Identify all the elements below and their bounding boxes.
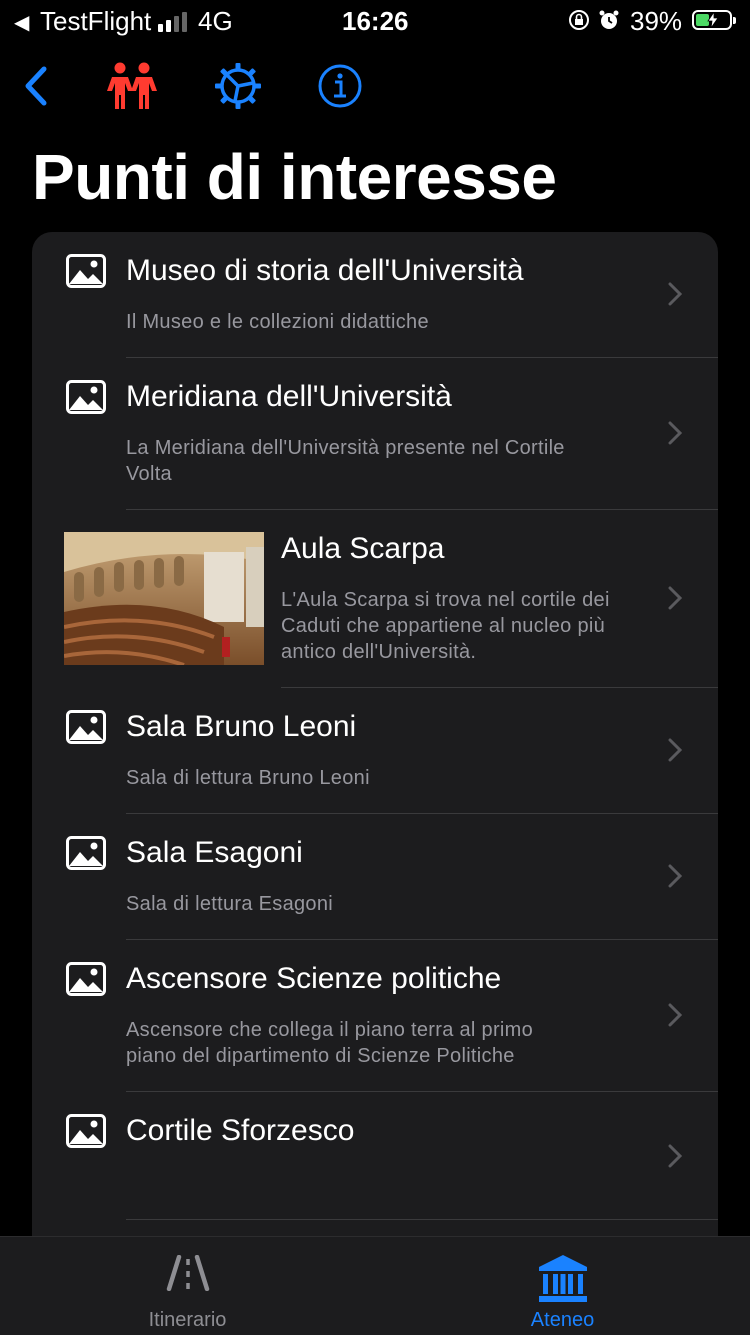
chevron-right-icon bbox=[668, 1144, 682, 1168]
status-bar: ◀ TestFlight 4G 16:26 39% bbox=[0, 0, 750, 44]
item-title: Sala Esagoni bbox=[126, 836, 303, 869]
item-subtitle: Sala di lettura Bruno Leoni bbox=[126, 767, 370, 789]
list-item[interactable]: Aula Scarpa L'Aula Scarpa si trova nel c… bbox=[32, 510, 718, 688]
back-to-app-icon[interactable]: ◀ bbox=[14, 10, 29, 35]
image-placeholder-icon bbox=[66, 710, 106, 744]
tab-bar: Itinerario Ateneo bbox=[0, 1236, 750, 1335]
clock: 16:26 bbox=[342, 6, 409, 36]
settings-button[interactable] bbox=[208, 56, 268, 116]
list-item[interactable]: Sala Esagoni Sala di lettura Esagoni bbox=[32, 814, 718, 940]
item-title: Sala Bruno Leoni bbox=[126, 710, 357, 743]
item-subtitle: Il Museo e le collezioni didattiche bbox=[126, 311, 429, 333]
back-button[interactable] bbox=[6, 56, 66, 116]
item-title: Museo di storia dell'Università bbox=[126, 254, 524, 287]
tab-ateneo[interactable]: Ateneo bbox=[375, 1237, 750, 1335]
chevron-right-icon bbox=[668, 864, 682, 888]
battery-icon bbox=[692, 10, 736, 30]
info-icon bbox=[318, 64, 362, 108]
list-item[interactable]: Meridiana dell'Università La Meridiana d… bbox=[32, 358, 718, 510]
info-button[interactable] bbox=[310, 56, 370, 116]
item-subtitle: La Meridiana dell'Università presente ne… bbox=[126, 437, 565, 485]
gear-icon bbox=[215, 63, 261, 109]
navigation-bar bbox=[0, 56, 750, 116]
item-title: Aula Scarpa bbox=[281, 532, 445, 565]
tab-label: Itinerario bbox=[148, 1309, 227, 1331]
chevron-right-icon bbox=[668, 282, 682, 306]
list-item[interactable]: Cortile Sforzesco bbox=[32, 1092, 718, 1220]
tab-itinerario[interactable]: Itinerario bbox=[0, 1237, 375, 1335]
points-of-interest-list: Museo di storia dell'Università Il Museo… bbox=[32, 232, 718, 1242]
image-placeholder-icon bbox=[66, 962, 106, 996]
people-button[interactable] bbox=[102, 56, 162, 116]
list-item[interactable]: Museo di storia dell'Università Il Museo… bbox=[32, 232, 718, 358]
chevron-right-icon bbox=[668, 1003, 682, 1027]
page-title: Punti di interesse bbox=[32, 141, 557, 213]
item-title: Meridiana dell'Università bbox=[126, 380, 452, 413]
orientation-lock-icon bbox=[569, 10, 589, 30]
people-icon bbox=[107, 62, 157, 109]
item-title: Ascensore Scienze politiche bbox=[126, 962, 502, 995]
road-icon bbox=[166, 1255, 209, 1291]
item-subtitle: Sala di lettura Esagoni bbox=[126, 893, 334, 915]
back-to-app-label[interactable]: TestFlight bbox=[40, 6, 151, 37]
chevron-right-icon bbox=[668, 586, 682, 610]
row-separator bbox=[126, 1219, 718, 1220]
alarm-icon bbox=[599, 10, 619, 29]
image-placeholder-icon bbox=[66, 1114, 106, 1148]
image-placeholder-icon bbox=[66, 254, 106, 288]
network-type: 4G bbox=[198, 6, 233, 36]
chevron-right-icon bbox=[668, 421, 682, 445]
item-title: Cortile Sforzesco bbox=[126, 1114, 355, 1147]
aula-scarpa-photo bbox=[64, 532, 264, 665]
image-placeholder-icon bbox=[66, 836, 106, 870]
institution-icon bbox=[538, 1255, 587, 1302]
back-chevron-icon bbox=[25, 66, 47, 106]
image-placeholder-icon bbox=[66, 380, 106, 414]
list-item[interactable]: Ascensore Scienze politiche Ascensore ch… bbox=[32, 940, 718, 1092]
item-subtitle: Ascensore che collega il piano terra al … bbox=[126, 1019, 534, 1067]
chevron-right-icon bbox=[668, 738, 682, 762]
list-item[interactable]: Sala Bruno Leoni Sala di lettura Bruno L… bbox=[32, 688, 718, 814]
item-subtitle: L'Aula Scarpa si trova nel cortile dei C… bbox=[281, 589, 610, 663]
tab-label: Ateneo bbox=[530, 1309, 595, 1331]
battery-percentage: 39% bbox=[630, 6, 683, 36]
signal-strength-icon bbox=[158, 12, 187, 32]
